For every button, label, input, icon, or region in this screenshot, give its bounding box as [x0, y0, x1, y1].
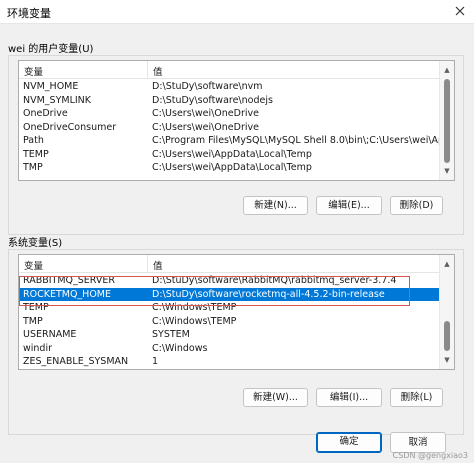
- variable-name: TEMP: [23, 148, 49, 160]
- system-vars-list[interactable]: 变量 值 RABBITMQ_SERVER D:\StuDy\software\Ra…: [18, 254, 455, 370]
- scroll-thumb[interactable]: [444, 79, 450, 163]
- table-row[interactable]: OneDriveConsumer C:\Users\wei\OneDrive: [19, 121, 440, 134]
- table-row[interactable]: TEMP C:\Users\wei\AppData\Local\Temp: [19, 148, 440, 161]
- table-row[interactable]: ZES_ENABLE_SYSMAN 1: [19, 355, 440, 368]
- table-row[interactable]: TMP C:\Users\wei\AppData\Local\Temp: [19, 161, 440, 174]
- table-row[interactable]: RABBITMQ_SERVER D:\StuDy\software\RabbitM…: [19, 274, 440, 287]
- watermark: CSDN @gengxiao3: [392, 451, 468, 460]
- system-delete-button[interactable]: 删除(L): [390, 388, 443, 407]
- variable-value: C:\Windows: [152, 342, 208, 354]
- system-vars-header: 变量 值: [19, 255, 441, 273]
- user-vars-scrollbar[interactable]: ▲ ▼: [439, 61, 454, 180]
- system-new-button[interactable]: 新建(W)...: [243, 388, 308, 407]
- ok-button[interactable]: 确定: [316, 432, 382, 453]
- close-icon[interactable]: [452, 3, 468, 19]
- user-delete-button[interactable]: 删除(D): [390, 196, 443, 215]
- variable-name: RABBITMQ_SERVER: [23, 275, 115, 286]
- variable-name: TEMP: [23, 302, 49, 313]
- user-vars-label: wei 的用户变量(U): [8, 44, 94, 55]
- variable-name: ZES_ENABLE_SYSMAN: [23, 356, 129, 367]
- table-row[interactable]: windir C:\Windows: [19, 342, 440, 355]
- table-row[interactable]: TMP C:\Windows\TEMP: [19, 315, 440, 328]
- variable-value: C:\Program Files\MySQL\MySQL Shell 8.0\b…: [152, 135, 454, 146]
- column-separator[interactable]: [147, 61, 148, 79]
- variable-value: D:\StuDy\software\nodejs: [152, 94, 273, 106]
- variable-value: C:\Users\wei\OneDrive: [152, 121, 259, 133]
- variable-value: C:\Users\wei\AppData\Local\Temp: [152, 148, 312, 160]
- window-title: 环境变量: [7, 7, 51, 20]
- variable-value: SYSTEM: [152, 329, 190, 340]
- variable-name: Path: [23, 135, 44, 146]
- column-header-value[interactable]: 值: [153, 64, 163, 78]
- variable-name: USERNAME: [23, 329, 77, 340]
- table-row[interactable]: USERNAME SYSTEM: [19, 328, 440, 341]
- table-row[interactable]: OneDrive C:\Users\wei\OneDrive: [19, 107, 440, 120]
- user-vars-header: 变量 值: [19, 61, 441, 79]
- dialog-body: wei 的用户变量(U) 变量 值 NVM_HOME D:\StuDy\softw…: [0, 24, 474, 463]
- cancel-button[interactable]: 取消: [390, 432, 446, 453]
- column-separator[interactable]: [147, 255, 148, 273]
- variable-name: OneDrive: [23, 108, 68, 119]
- table-row[interactable]: NVM_HOME D:\StuDy\software\nvm: [19, 80, 440, 93]
- scroll-thumb[interactable]: [444, 321, 450, 351]
- scroll-down-icon[interactable]: ▼: [440, 164, 454, 178]
- user-edit-button[interactable]: 编辑(E)...: [316, 196, 382, 215]
- title-bar: 环境变量: [0, 0, 474, 24]
- variable-value: D:\StuDy\software\nvm: [152, 81, 263, 92]
- column-header-name[interactable]: 变量: [24, 258, 43, 272]
- variable-name: TMP: [23, 162, 43, 173]
- table-row[interactable]: ROCKETMQ_HOME D:\StuDy\software\rocketmq-…: [19, 287, 440, 301]
- table-row[interactable]: Path C:\Program Files\MySQL\MySQL Shell 8…: [19, 134, 453, 147]
- variable-name: windir: [23, 342, 53, 354]
- column-header-value[interactable]: 值: [153, 258, 163, 272]
- variable-name: NVM_HOME: [23, 81, 79, 92]
- variable-name: NVM_SYMLINK: [23, 94, 92, 106]
- variable-name: ROCKETMQ_HOME: [23, 288, 111, 300]
- column-header-name[interactable]: 变量: [24, 64, 43, 78]
- variable-value: C:\Windows\TEMP: [152, 315, 237, 327]
- table-row[interactable]: NVM_SYMLINK D:\StuDy\software\nodejs: [19, 94, 440, 107]
- variable-value: C:\Users\wei\OneDrive: [152, 108, 259, 119]
- variable-value: D:\StuDy\software\rocketmq-all-4.5.2-bin…: [152, 288, 385, 300]
- user-vars-list[interactable]: 变量 值 NVM_HOME D:\StuDy\software\nvm NVM_SY…: [18, 60, 455, 181]
- variable-value: 1: [152, 356, 159, 367]
- user-new-button[interactable]: 新建(N)...: [243, 196, 308, 215]
- variable-name: TMP: [23, 315, 43, 327]
- variable-value: C:\Users\wei\AppData\Local\Temp: [152, 162, 312, 173]
- scroll-up-icon[interactable]: ▲: [440, 63, 454, 77]
- system-vars-label: 系统变量(S): [8, 238, 63, 249]
- variable-value: D:\StuDy\software\RabbitMQ\rabbitmq_serv…: [152, 275, 397, 286]
- scroll-down-icon[interactable]: ▼: [440, 353, 454, 367]
- variable-name: OneDriveConsumer: [23, 121, 117, 133]
- scroll-up-icon[interactable]: ▲: [440, 257, 454, 271]
- table-row[interactable]: TEMP C:\Windows\TEMP: [19, 301, 440, 314]
- system-vars-scrollbar[interactable]: ▲ ▼: [439, 255, 454, 369]
- variable-value: C:\Windows\TEMP: [152, 302, 237, 313]
- system-edit-button[interactable]: 编辑(I)...: [316, 388, 382, 407]
